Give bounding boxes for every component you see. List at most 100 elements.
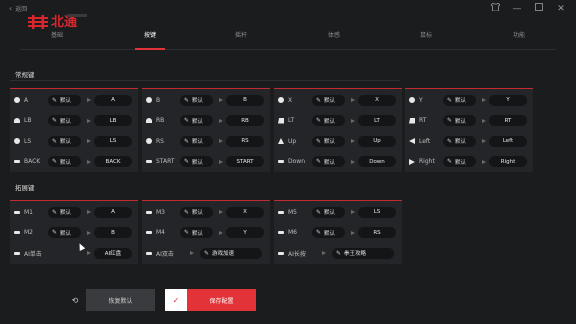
trigger-icon (409, 117, 415, 124)
mode-selector[interactable]: ✎ 默认 (443, 135, 476, 147)
mapped-value[interactable]: B (226, 94, 264, 106)
mode-selector[interactable]: ✎ 默认 (48, 135, 81, 147)
mapped-value[interactable]: Y (489, 94, 527, 106)
mode-selector[interactable]: ✎ 默认 (48, 94, 81, 106)
mapped-value[interactable]: LB (94, 115, 132, 126)
arrow-right-icon (322, 251, 326, 255)
window-controls: — ✕ (489, 2, 566, 14)
mode-selector[interactable]: ✎ 默认 (312, 135, 345, 147)
arrow-right-icon (87, 251, 91, 255)
triangle-right-icon (409, 158, 415, 165)
mapped-value[interactable]: Down (358, 156, 396, 167)
edit-icon: ✎ (184, 96, 190, 104)
mode-selector[interactable]: ✎ 默认 (180, 156, 213, 167)
key-row: Up ✎ 默认 Up (274, 131, 402, 151)
mode-label: 默认 (324, 159, 336, 166)
arrow-right-icon (482, 139, 486, 143)
edit-icon: ✎ (52, 96, 58, 104)
mode-selector[interactable]: ✎ 默认 (443, 94, 476, 106)
mapped-value[interactable]: Up (358, 135, 396, 147)
mode-selector[interactable]: ✎ 默认 (312, 206, 345, 218)
button-name: Right (419, 158, 435, 165)
mapped-value[interactable]: RS (226, 135, 264, 147)
tab-buttons[interactable]: 按键 (144, 30, 156, 39)
mode-selector[interactable]: ✎ 默认 (180, 115, 213, 126)
mapped-value[interactable]: START (226, 156, 264, 167)
save-config-button[interactable]: ✓ 保存配置 (165, 289, 256, 311)
mode-selector[interactable]: ✎ 默认 (443, 115, 476, 126)
tab-stick[interactable]: 摇杆 (235, 30, 247, 39)
close-icon[interactable]: ✕ (556, 4, 566, 14)
button-name: Up (288, 137, 297, 145)
minimize-icon[interactable]: — (512, 4, 522, 14)
mapped-value[interactable]: LS (358, 206, 396, 218)
mode-selector[interactable]: ✎ 默认 (443, 156, 476, 167)
button-name: Y (419, 96, 423, 104)
arrow-right-icon (87, 98, 91, 102)
mapped-value[interactable]: Left (489, 135, 527, 147)
key-row: AI单击 AI红盘 (10, 243, 138, 263)
mode-selector[interactable]: ✎ 默认 (312, 156, 345, 167)
mode-selector[interactable]: ✎ 游戏加速 (200, 247, 262, 259)
mapped-value[interactable]: RT (489, 115, 527, 126)
mode-selector[interactable]: ✎ 默认 (312, 227, 345, 238)
edit-icon: ✎ (52, 137, 58, 145)
button-name: M1 (24, 208, 33, 216)
mode-selector[interactable]: ✎ 默认 (180, 94, 213, 106)
mode-selector[interactable]: ✎ 默认 (312, 115, 345, 126)
mapped-value[interactable]: LT (358, 115, 396, 126)
tab-motion[interactable]: 体感 (328, 30, 340, 39)
bar-icon (146, 230, 152, 236)
mapped-value[interactable]: Right (489, 156, 527, 167)
button-name: X (288, 96, 293, 104)
circle-icon (14, 138, 20, 144)
mode-selector[interactable]: ✎ 默认 (48, 227, 81, 238)
shirt-icon[interactable] (489, 2, 501, 14)
tab-divider (20, 49, 556, 50)
key-panel: Y ✎ 默认 Y RT ✎ 默认 RT Left ✎ 默认 Left Right ✎ 默认 Right (405, 88, 533, 172)
mode-selector[interactable]: ✎ 默认 (312, 94, 345, 106)
tab-basic[interactable]: 基础 (51, 30, 63, 39)
key-row: M5 ✎ 默认 LS (274, 202, 402, 222)
mode-selector[interactable]: ✎ 默认 (48, 206, 81, 218)
mapped-value[interactable]: X (358, 94, 396, 106)
key-panel: M3 ✎ 默认 X M4 ✎ 默认 Y AI双击 ✎ 游戏加速 (142, 200, 270, 264)
mode-selector[interactable]: ✎ 默认 (48, 115, 81, 126)
mode-selector[interactable]: ✎ 默认 (48, 156, 81, 167)
mode-selector[interactable]: ✎ 默认 (180, 206, 213, 218)
mapped-value[interactable]: RB (226, 115, 264, 126)
edit-icon: ✎ (204, 249, 210, 257)
tab-mouse[interactable]: 鼠标 (420, 30, 432, 39)
mapped-value[interactable]: X (226, 206, 264, 218)
mapped-value[interactable]: A (94, 206, 132, 218)
mode-label: 默认 (60, 230, 72, 237)
mapped-value[interactable]: BACK (94, 156, 132, 167)
key-row: X ✎ 默认 X (274, 90, 402, 110)
button-name: RS (156, 137, 164, 145)
mapped-value[interactable]: Y (226, 227, 264, 238)
mapped-value[interactable]: RS (358, 227, 396, 238)
key-row: M3 ✎ 默认 X (142, 202, 270, 222)
reset-default-button[interactable]: ⟲ 恢复默认 (64, 289, 155, 311)
button-name: AI长按 (288, 250, 306, 258)
arrow-right-icon (351, 98, 355, 102)
maximize-icon[interactable] (534, 3, 544, 14)
logo-mark-icon (28, 14, 48, 29)
mode-label: 默认 (192, 159, 204, 166)
tab-function[interactable]: 功能 (513, 30, 525, 39)
mode-selector[interactable]: ✎ 拳王攻略 (332, 247, 394, 259)
mapped-value[interactable]: B (94, 227, 132, 238)
back-button[interactable]: ‹ 返回 (9, 4, 27, 13)
mapped-value[interactable]: A (94, 94, 132, 106)
arrow-right-icon (87, 210, 91, 214)
button-name: LS (24, 137, 32, 145)
edit-icon: ✎ (184, 137, 190, 145)
arrow-right-icon (482, 98, 486, 102)
mode-selector[interactable]: ✎ 默认 (180, 135, 213, 147)
mapped-value[interactable]: AI红盘 (94, 247, 132, 259)
mode-selector[interactable]: ✎ 默认 (180, 227, 213, 238)
mode-label: 默认 (324, 230, 336, 237)
mapped-value[interactable]: LS (94, 135, 132, 147)
section-divider (10, 80, 400, 81)
bar-icon (278, 230, 284, 236)
